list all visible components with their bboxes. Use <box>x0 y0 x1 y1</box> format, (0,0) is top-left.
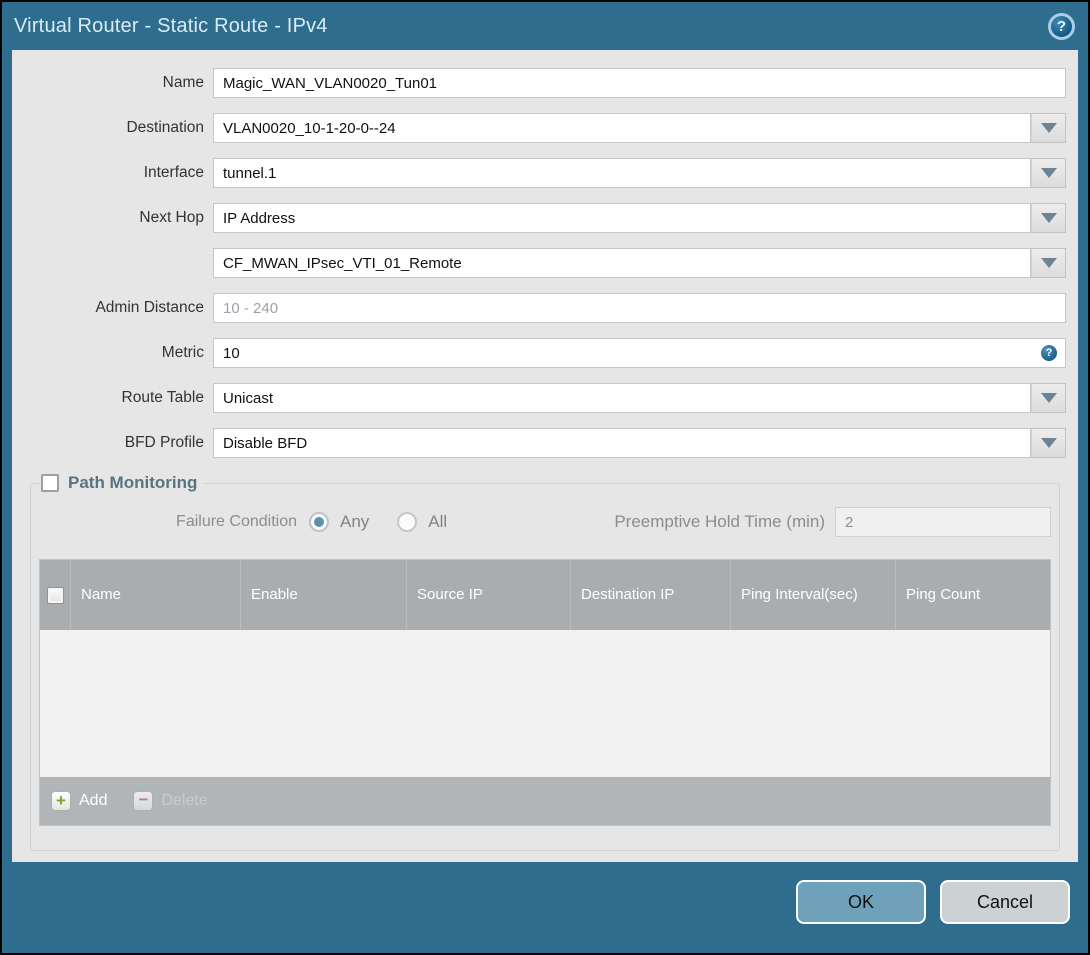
name-row: Name <box>12 68 1078 98</box>
bfd-profile-row: BFD Profile <box>12 428 1078 458</box>
failure-condition-row: Failure Condition Any All Preemptive Hol… <box>39 507 1051 537</box>
column-header-source-ip[interactable]: Source IP <box>406 560 570 630</box>
interface-input[interactable] <box>213 158 1031 188</box>
chevron-down-icon <box>1040 258 1057 268</box>
next-hop-address-dropdown-button[interactable] <box>1031 248 1066 278</box>
next-hop-row: Next Hop <box>12 203 1078 233</box>
admin-distance-input[interactable] <box>213 293 1066 323</box>
column-header-destination-ip[interactable]: Destination IP <box>570 560 730 630</box>
next-hop-value-row <box>12 248 1078 278</box>
select-all-cell <box>40 560 70 630</box>
column-header-name[interactable]: Name <box>70 560 240 630</box>
failure-condition-any-radio[interactable] <box>309 512 329 532</box>
column-header-enable[interactable]: Enable <box>240 560 406 630</box>
interface-label: Interface <box>143 164 204 181</box>
preemptive-hold-time-input[interactable] <box>835 507 1051 537</box>
ok-button[interactable]: OK <box>796 880 926 924</box>
select-all-checkbox[interactable] <box>46 586 64 604</box>
interface-row: Interface <box>12 158 1078 188</box>
help-icon[interactable]: ? <box>1048 12 1075 40</box>
failure-condition-all-option[interactable]: All <box>397 512 447 532</box>
path-monitoring-table: Name Enable Source IP Destination IP Pin… <box>39 559 1051 826</box>
chevron-down-icon <box>1040 123 1057 133</box>
failure-condition-any-label: Any <box>340 512 370 531</box>
route-table-label: Route Table <box>121 389 204 406</box>
chevron-down-icon <box>1040 168 1057 178</box>
next-hop-type-input[interactable] <box>213 203 1031 233</box>
destination-input[interactable] <box>213 113 1031 143</box>
delete-button-label: Delete <box>161 792 208 809</box>
route-table-dropdown-button[interactable] <box>1031 383 1066 413</box>
bfd-profile-dropdown-button[interactable] <box>1031 428 1066 458</box>
failure-condition-all-label: All <box>428 512 448 531</box>
path-monitoring-checkbox[interactable] <box>41 474 59 492</box>
chevron-down-icon <box>1040 213 1057 223</box>
column-header-ping-count[interactable]: Ping Count <box>895 560 1050 630</box>
route-table-input[interactable] <box>213 383 1031 413</box>
admin-distance-row: Admin Distance <box>12 293 1078 323</box>
bfd-profile-input[interactable] <box>213 428 1031 458</box>
title-bar: Virtual Router - Static Route - IPv4 ? <box>2 2 1088 50</box>
static-route-dialog: Virtual Router - Static Route - IPv4 ? N… <box>2 2 1088 953</box>
bfd-profile-label: BFD Profile <box>124 434 204 451</box>
table-body-empty <box>40 630 1050 777</box>
failure-condition-all-radio[interactable] <box>397 512 418 532</box>
path-monitoring-group: Path Monitoring Failure Condition Any Al… <box>30 473 1060 851</box>
destination-dropdown-button[interactable] <box>1031 113 1066 143</box>
failure-condition-label: Failure Condition <box>176 513 297 530</box>
cancel-button[interactable]: Cancel <box>940 880 1070 924</box>
next-hop-label: Next Hop <box>139 209 204 226</box>
preemptive-hold-time-label: Preemptive Hold Time (min) <box>614 512 825 531</box>
delete-button[interactable]: − Delete <box>133 791 208 811</box>
route-table-row: Route Table <box>12 383 1078 413</box>
destination-label: Destination <box>126 119 204 136</box>
add-button[interactable]: + Add <box>51 791 107 811</box>
metric-help-icon[interactable]: ? <box>1041 345 1057 361</box>
metric-row: Metric ? <box>12 338 1078 368</box>
delete-minus-icon: − <box>133 791 154 811</box>
path-monitoring-title: Path Monitoring <box>68 473 198 492</box>
admin-distance-label: Admin Distance <box>95 299 204 316</box>
next-hop-address-input[interactable] <box>213 248 1031 278</box>
chevron-down-icon <box>1040 438 1057 448</box>
interface-dropdown-button[interactable] <box>1031 158 1066 188</box>
next-hop-type-dropdown-button[interactable] <box>1031 203 1066 233</box>
column-header-ping-interval[interactable]: Ping Interval(sec) <box>730 560 895 630</box>
metric-input[interactable] <box>213 338 1066 368</box>
table-toolbar: + Add − Delete <box>40 777 1050 825</box>
dialog-content: Name Destination Interface <box>12 50 1078 862</box>
chevron-down-icon <box>1040 393 1057 403</box>
destination-row: Destination <box>12 113 1078 143</box>
add-plus-icon: + <box>51 791 71 811</box>
dialog-title: Virtual Router - Static Route - IPv4 <box>14 14 328 37</box>
failure-condition-radio-group: Any All <box>309 512 447 532</box>
name-input[interactable] <box>213 68 1066 98</box>
path-monitoring-legend: Path Monitoring <box>39 473 203 493</box>
name-label: Name <box>162 74 204 91</box>
add-button-label: Add <box>79 792 108 809</box>
table-header: Name Enable Source IP Destination IP Pin… <box>40 560 1050 630</box>
failure-condition-any-option[interactable]: Any <box>309 512 369 532</box>
metric-label: Metric <box>161 344 204 361</box>
dialog-footer: OK Cancel <box>2 862 1088 924</box>
